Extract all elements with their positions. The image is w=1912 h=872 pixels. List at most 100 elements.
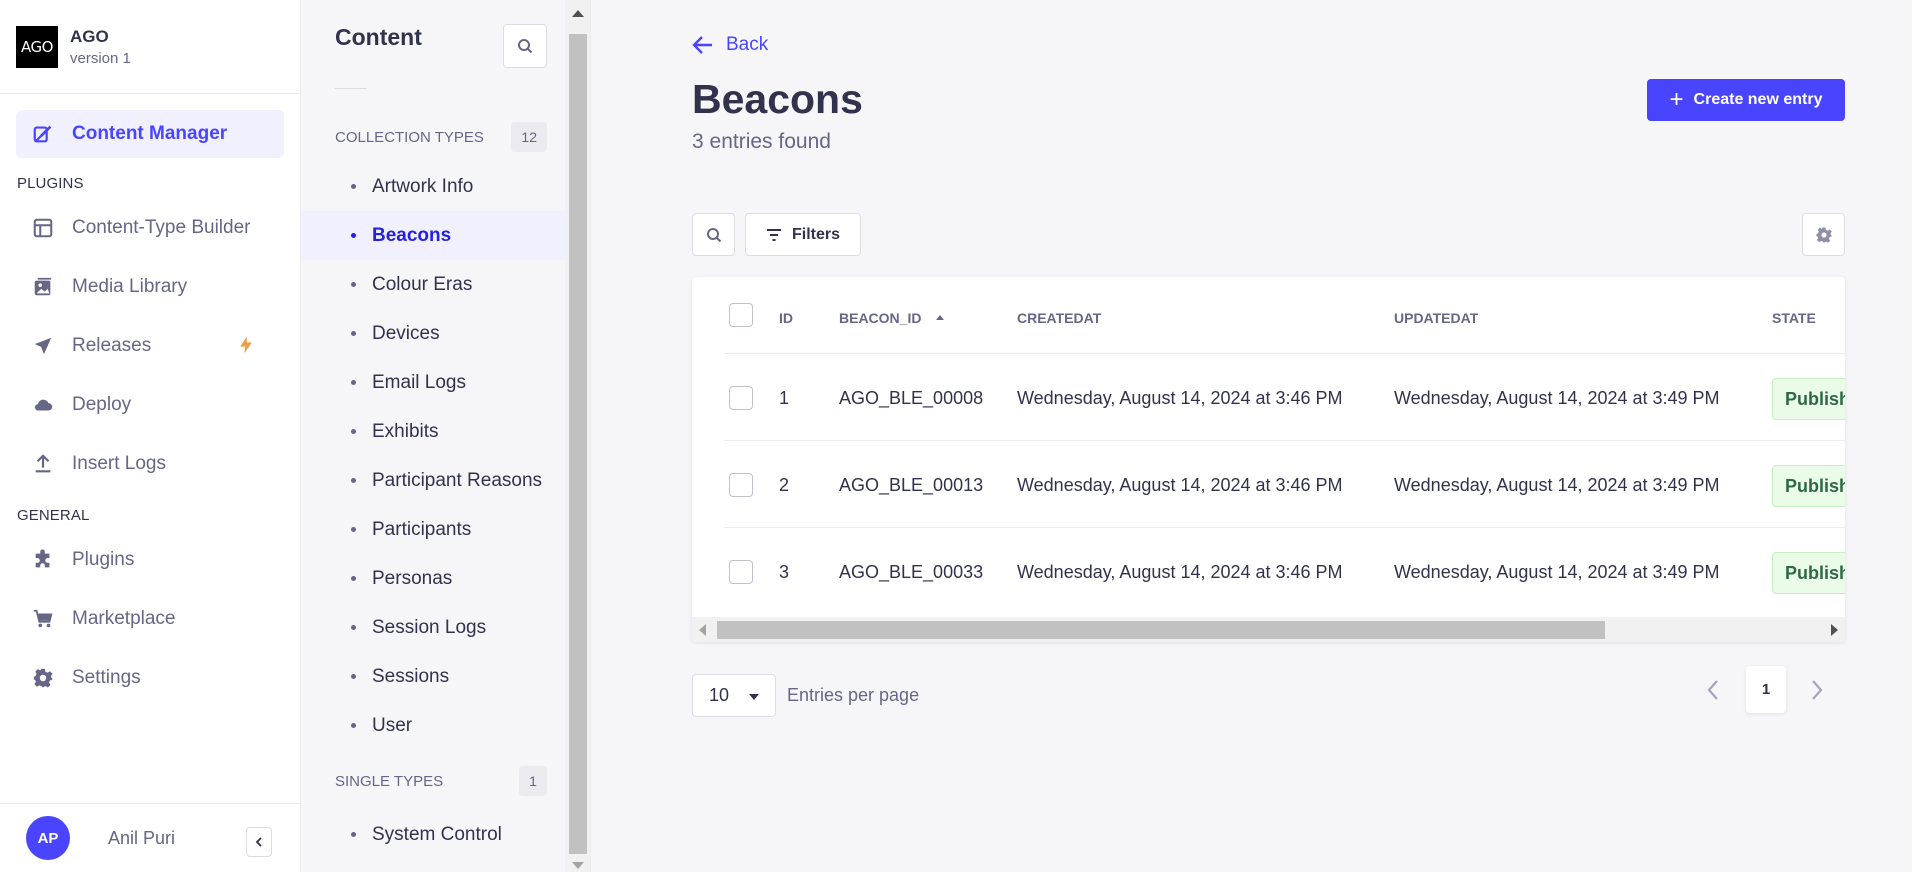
header-label: ID <box>779 310 793 326</box>
cell-createdat: Wednesday, August 14, 2024 at 3:46 PM <box>1017 475 1343 495</box>
create-entry-button[interactable]: + Create new entry <box>1647 79 1845 121</box>
header-state[interactable]: STATE <box>1772 310 1816 326</box>
row-checkbox[interactable] <box>729 473 753 497</box>
nav-marketplace[interactable]: Marketplace <box>16 595 284 643</box>
cloud-icon <box>34 399 53 411</box>
ctype-exhibits[interactable]: Exhibits <box>301 407 590 456</box>
entries-count: 3 entries found <box>692 130 831 153</box>
row-checkbox[interactable] <box>729 560 753 584</box>
ctype-sessions[interactable]: Sessions <box>301 652 590 701</box>
header-createdat[interactable]: CREATEDAT <box>1017 310 1101 326</box>
header-label: UPDATEDAT <box>1394 310 1479 326</box>
bullet-icon <box>351 380 356 385</box>
subnav-divider <box>335 88 367 89</box>
table-row[interactable]: 3 AGO_BLE_00033 Wednesday, August 14, 20… <box>724 528 1845 615</box>
bullet-icon <box>351 233 356 238</box>
ctype-participant-reasons[interactable]: Participant Reasons <box>301 456 590 505</box>
single-types-title: SINGLE TYPES <box>335 772 444 790</box>
feather-icon <box>33 125 52 143</box>
cell-updatedat: Wednesday, August 14, 2024 at 3:49 PM <box>1394 388 1720 408</box>
nav-label: Media Library <box>72 276 188 297</box>
previous-page-button[interactable] <box>1701 678 1725 702</box>
paper-plane-icon <box>34 337 52 355</box>
bullet-icon <box>351 625 356 630</box>
nav-releases[interactable]: Releases <box>16 322 284 370</box>
nav-plugins[interactable]: Plugins <box>16 536 284 584</box>
scroll-left-icon[interactable] <box>699 624 706 636</box>
ctype-colour-eras[interactable]: Colour Eras <box>301 260 590 309</box>
single-types-count: 1 <box>519 766 547 796</box>
upload-icon <box>35 454 51 473</box>
header-label: BEACON_ID <box>839 310 922 326</box>
arrow-left-icon <box>692 36 712 54</box>
scroll-right-icon[interactable] <box>1831 624 1838 636</box>
user-name[interactable]: Anil Puri <box>108 828 175 849</box>
filters-label: Filters <box>791 225 840 243</box>
ctype-user[interactable]: User <box>301 701 590 750</box>
ctype-personas[interactable]: Personas <box>301 554 590 603</box>
bullet-icon <box>351 832 356 837</box>
row-checkbox[interactable] <box>729 386 753 410</box>
ctype-session-logs[interactable]: Session Logs <box>301 603 590 652</box>
next-page-button[interactable] <box>1805 678 1829 702</box>
ctype-label: Sessions <box>372 665 450 687</box>
ctype-label: Colour Eras <box>372 273 473 295</box>
ctype-artwork-info[interactable]: Artwork Info <box>301 162 590 211</box>
cell-id: 1 <box>779 388 790 408</box>
back-link[interactable]: Back <box>692 34 768 56</box>
ctype-participants[interactable]: Participants <box>301 505 590 554</box>
ctype-email-logs[interactable]: Email Logs <box>301 358 590 407</box>
header-id[interactable]: ID <box>779 310 793 326</box>
table-horizontal-scrollbar[interactable] <box>692 617 1845 642</box>
gear-icon <box>1816 227 1832 243</box>
scroll-thumb[interactable] <box>717 621 1605 639</box>
avatar[interactable]: AP <box>26 816 70 860</box>
table-row[interactable]: 1 AGO_BLE_00008 Wednesday, August 14, 20… <box>724 354 1845 441</box>
ctype-beacons[interactable]: Beacons <box>301 211 590 260</box>
nav-label: Content-Type Builder <box>72 217 251 238</box>
header-label: CREATEDAT <box>1017 310 1102 326</box>
ctype-label: Participant Reasons <box>372 469 543 491</box>
single-types-header[interactable]: SINGLE TYPES 1 <box>301 756 590 806</box>
nav-label: Releases <box>72 335 152 356</box>
ctype-label: System Control <box>372 823 502 845</box>
nav-settings[interactable]: Settings <box>16 654 284 702</box>
page-size-select[interactable]: 10 <box>692 674 776 717</box>
table-settings-button[interactable] <box>1802 213 1845 256</box>
nav-media-library[interactable]: Media Library <box>16 263 284 311</box>
collapse-nav-button[interactable] <box>246 827 272 857</box>
subnav-search-button[interactable] <box>503 24 547 68</box>
ctype-devices[interactable]: Devices <box>301 309 590 358</box>
layout-icon <box>33 218 53 238</box>
header-beacon-id[interactable]: BEACON_ID <box>839 310 945 326</box>
bullet-icon <box>351 576 356 581</box>
collection-types-list: Artwork Info Beacons Colour Eras Devices… <box>301 162 590 750</box>
header-label: STATE <box>1772 310 1816 326</box>
collection-types-title: COLLECTION TYPES <box>335 128 484 146</box>
filters-button[interactable]: Filters <box>745 213 861 256</box>
plus-icon: + <box>1669 86 1684 113</box>
scroll-up-icon[interactable] <box>572 10 584 17</box>
select-all-checkbox[interactable] <box>729 303 753 327</box>
cell-beacon-id: AGO_BLE_00033 <box>839 562 984 582</box>
collection-types-header[interactable]: COLLECTION TYPES 12 <box>301 112 590 162</box>
scroll-thumb[interactable] <box>569 34 587 854</box>
nav-content-type-builder[interactable]: Content-Type Builder <box>16 204 284 252</box>
nav-label: Content Manager <box>72 123 228 144</box>
stype-system-control[interactable]: System Control <box>301 810 590 859</box>
header-updatedat[interactable]: UPDATEDAT <box>1394 310 1478 326</box>
nav-label: Settings <box>72 667 141 688</box>
nav-insert-logs[interactable]: Insert Logs <box>16 440 284 488</box>
bullet-icon <box>351 331 356 336</box>
subnav-scrollbar[interactable] <box>565 0 590 872</box>
gear-icon <box>33 668 53 688</box>
scroll-down-icon[interactable] <box>572 862 584 869</box>
page-button-current[interactable]: 1 <box>1746 666 1786 713</box>
cart-icon <box>33 609 53 628</box>
table-row[interactable]: 2 AGO_BLE_00013 Wednesday, August 14, 20… <box>724 441 1845 528</box>
table-search-button[interactable] <box>692 213 735 256</box>
nav-content-manager[interactable]: Content Manager <box>16 110 284 158</box>
nav-deploy[interactable]: Deploy <box>16 381 284 429</box>
ctype-label: Email Logs <box>372 371 466 393</box>
ctype-label: Artwork Info <box>372 175 474 197</box>
